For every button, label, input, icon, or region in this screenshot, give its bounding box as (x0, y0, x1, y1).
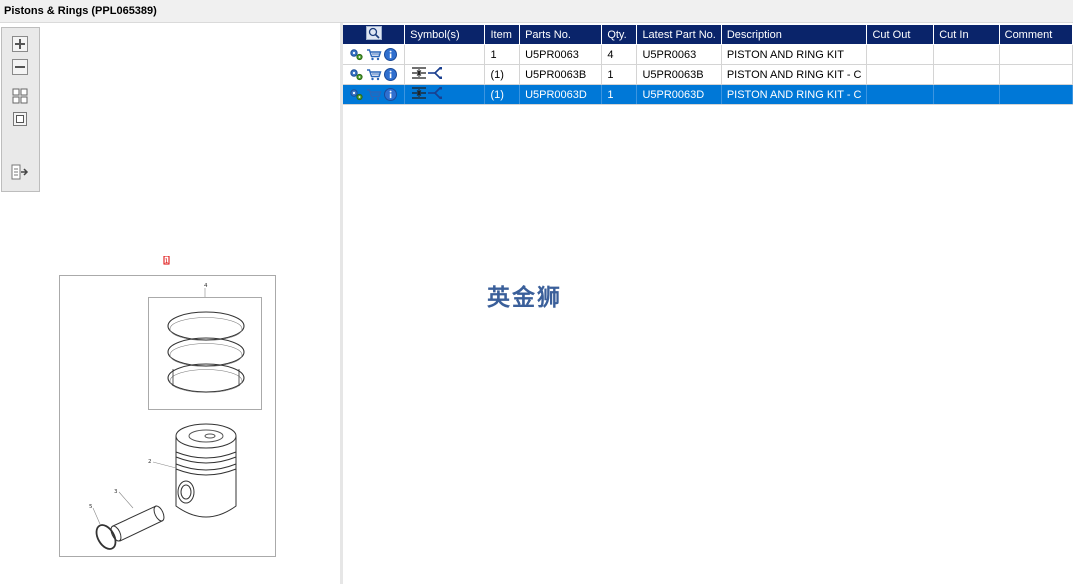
info-icon (384, 88, 397, 101)
column-header-description[interactable]: Description (721, 25, 868, 45)
exploded-diagram[interactable]: 1 4 2 3 5 (58, 255, 278, 558)
grid-icon (12, 88, 28, 104)
part-info-button[interactable] (384, 68, 397, 81)
table-header-row: Symbol(s) Item Parts No. Qty. Latest Par… (343, 25, 1073, 45)
info-icon (384, 68, 397, 81)
zoom-in-button[interactable] (11, 35, 29, 53)
column-header-symbols[interactable]: Symbol(s) (404, 25, 486, 45)
callout-4[interactable]: 4 (204, 283, 208, 289)
window-titlebar: Pistons & Rings (PPL065389) (0, 0, 1073, 23)
qty-cell[interactable]: 1 (601, 64, 638, 85)
comment-cell[interactable] (999, 44, 1073, 65)
parts-no-cell[interactable]: U5PR0063 (519, 44, 603, 65)
plus-icon (12, 36, 28, 52)
comment-cell[interactable] (999, 64, 1073, 85)
description-cell[interactable]: PISTON AND RING KIT - C (721, 84, 868, 105)
column-header-search[interactable] (343, 25, 406, 45)
cart-icon (367, 69, 382, 81)
cart-icon (367, 49, 382, 61)
cut-in-cell[interactable] (933, 64, 1000, 85)
add-to-cart-button[interactable] (366, 68, 382, 81)
qty-cell[interactable]: 1 (601, 84, 638, 105)
item-cell[interactable]: 1 (484, 44, 521, 65)
options-button[interactable] (349, 88, 364, 101)
cut-in-cell[interactable] (933, 84, 1000, 105)
parts-no-cell[interactable]: U5PR0063D (519, 84, 603, 105)
export-button[interactable] (11, 163, 29, 181)
comment-cell[interactable] (999, 84, 1073, 105)
window-title: Pistons & Rings (PPL065389) (4, 5, 157, 17)
item-cell[interactable]: (1) (484, 64, 521, 85)
parts-list-pane (343, 23, 1073, 584)
latest-part-no-cell[interactable]: U5PR0063D (636, 84, 722, 105)
cut-out-cell[interactable] (866, 84, 935, 105)
gear-icon (350, 69, 363, 81)
cut-out-cell[interactable] (866, 64, 935, 85)
callout-5[interactable]: 5 (89, 504, 93, 510)
column-header-comment[interactable]: Comment (999, 25, 1073, 45)
table-row[interactable]: (1) U5PR0063B 1 U5PR0063B PISTON AND RING KI… (343, 64, 1073, 85)
description-cell[interactable]: PISTON AND RING KIT (721, 44, 868, 65)
options-button[interactable] (349, 48, 364, 61)
add-to-cart-button[interactable] (366, 88, 382, 101)
interchange-symbol-icon (412, 67, 443, 79)
qty-cell[interactable]: 4 (601, 44, 638, 65)
table-row[interactable]: 1 U5PR0063 4 U5PR0063 PISTON AND RING KIT (343, 44, 1073, 65)
piston-diagram: 1 4 2 3 5 (59, 255, 276, 557)
viewer-toolbar (1, 27, 40, 192)
table-row[interactable]: (1) U5PR0063D 1 U5PR0063D PISTON AND RING KI… (343, 84, 1073, 105)
info-icon (384, 48, 397, 61)
diagram-marker-label: 1 (165, 258, 169, 265)
gear-icon (350, 89, 363, 101)
part-info-button[interactable] (384, 48, 397, 61)
column-header-cut-in[interactable]: Cut In (933, 25, 1000, 45)
symbols-cell[interactable] (404, 64, 486, 85)
latest-part-no-cell[interactable]: U5PR0063 (636, 44, 722, 65)
description-cell[interactable]: PISTON AND RING KIT - C (721, 64, 868, 85)
column-header-item[interactable]: Item (484, 25, 521, 45)
symbols-cell[interactable] (404, 84, 486, 105)
callout-2[interactable]: 2 (148, 459, 152, 465)
options-button[interactable] (349, 68, 364, 81)
watermark: 英金狮 (487, 285, 562, 311)
fit-all-button[interactable] (11, 87, 29, 105)
action-icons-cell[interactable] (343, 44, 406, 65)
item-cell[interactable]: (1) (484, 84, 521, 105)
gear-icon (350, 49, 363, 61)
column-header-latest-part-no[interactable]: Latest Part No. (636, 25, 722, 45)
action-icons-cell[interactable] (343, 84, 406, 105)
zoom-out-button[interactable] (11, 58, 29, 76)
part-info-button[interactable] (384, 88, 397, 101)
export-icon (11, 164, 29, 180)
column-header-cut-out[interactable]: Cut Out (866, 25, 935, 45)
search-icon (365, 26, 382, 40)
add-to-cart-button[interactable] (366, 48, 382, 61)
column-header-parts-no[interactable]: Parts No. (519, 25, 603, 45)
minus-icon (12, 59, 28, 75)
cut-in-cell[interactable] (933, 44, 1000, 65)
action-icons-cell[interactable] (343, 64, 406, 85)
parts-no-cell[interactable]: U5PR0063B (519, 64, 603, 85)
cart-icon (367, 89, 382, 101)
latest-part-no-cell[interactable]: U5PR0063B (636, 64, 722, 85)
interchange-symbol-icon (412, 87, 443, 99)
parts-table: Symbol(s) Item Parts No. Qty. Latest Par… (343, 25, 1073, 105)
callout-3[interactable]: 3 (114, 489, 118, 495)
symbols-cell[interactable] (404, 44, 486, 65)
cut-out-cell[interactable] (866, 44, 935, 65)
column-header-qty[interactable]: Qty. (601, 25, 638, 45)
square-icon (13, 112, 27, 126)
fit-window-button[interactable] (11, 110, 29, 128)
